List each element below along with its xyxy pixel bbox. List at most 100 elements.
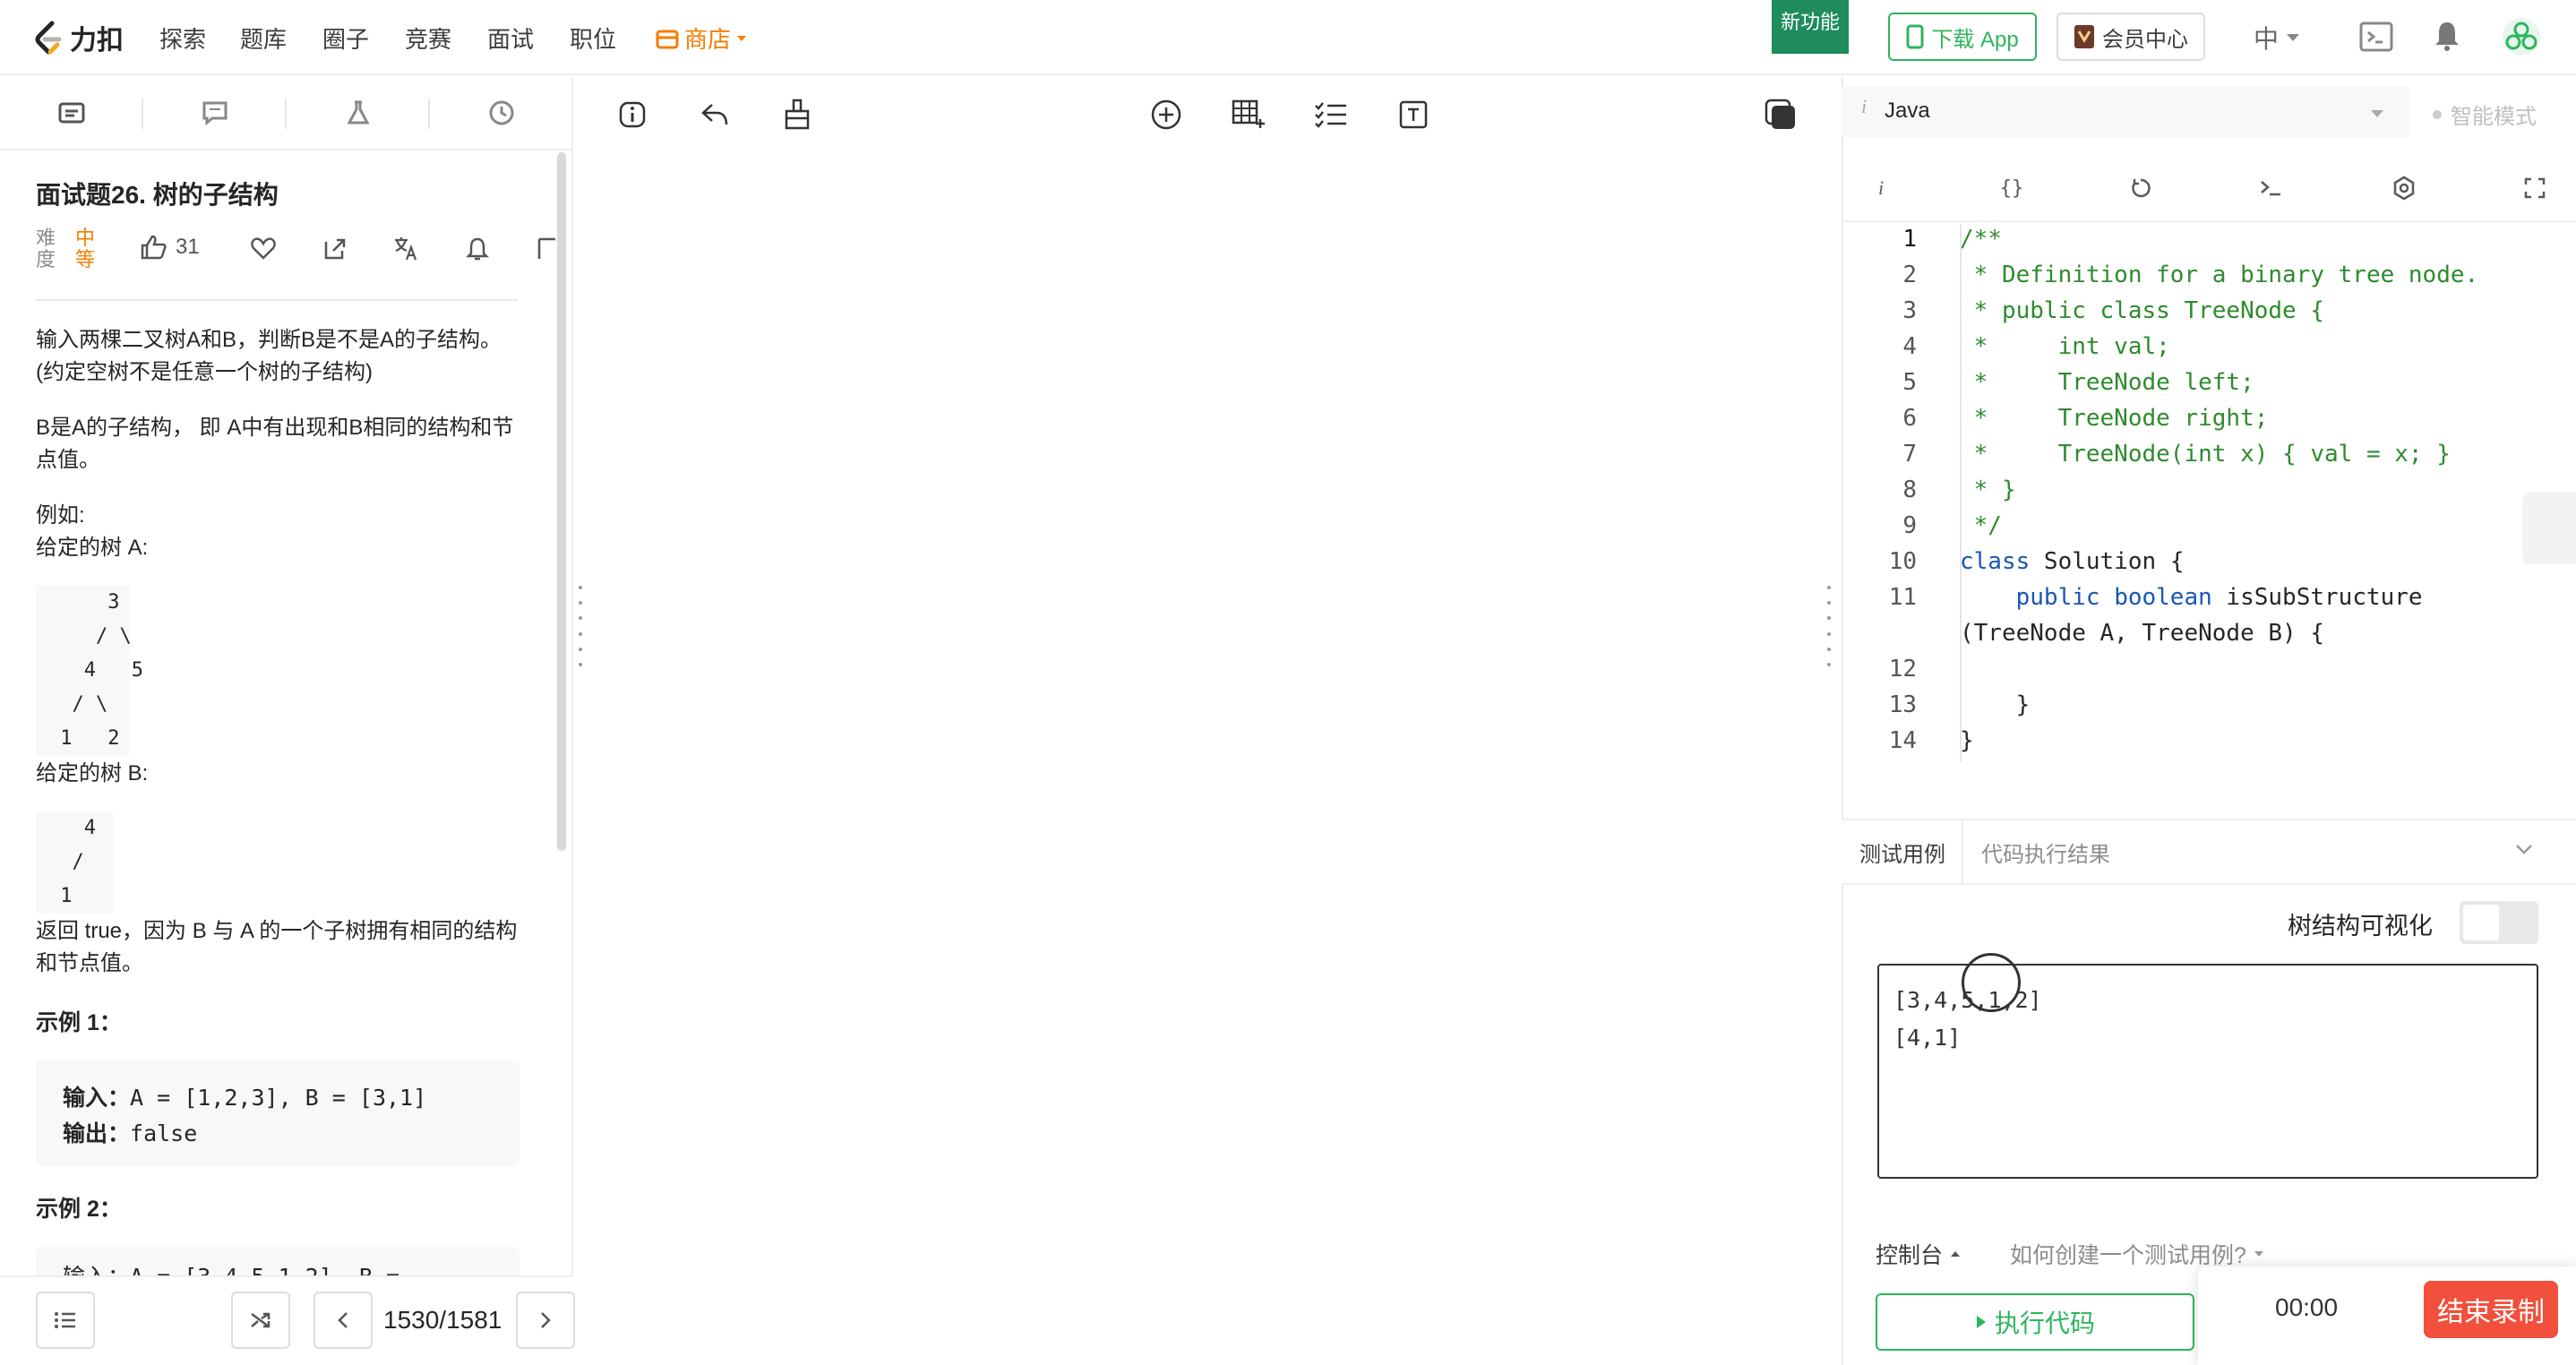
tab-submissions[interactable] (430, 77, 573, 149)
bell-icon[interactable] (466, 236, 489, 262)
layers-icon (1765, 99, 1795, 129)
left-resize-handle[interactable] (579, 586, 584, 666)
tree-a-line: / \ (48, 625, 132, 648)
terminal-icon[interactable] (2254, 170, 2289, 206)
download-app-label: 下载 App (1931, 27, 2019, 52)
problem-meta: 难度 中等 (36, 224, 97, 274)
line-number: 6 (1902, 405, 1917, 432)
right-resize-handle[interactable] (1827, 586, 1833, 666)
text-box-icon (1399, 100, 1428, 129)
share-icon[interactable] (322, 236, 348, 260)
comment-icon (202, 101, 228, 125)
description-icon (58, 102, 85, 124)
layers-tool[interactable] (1761, 95, 1800, 134)
undo-tool[interactable] (695, 95, 734, 134)
vip-center-button[interactable]: 会员中心 (2057, 13, 2205, 61)
logo-text: 力扣 (70, 26, 124, 56)
info-tool[interactable] (613, 95, 652, 134)
side-collapse-tab[interactable] (2522, 493, 2576, 564)
indent-guide (1960, 224, 1962, 761)
download-app-button[interactable]: 下载 App (1888, 13, 2037, 61)
caret-down-icon (2254, 1251, 2263, 1257)
tree-a-label: 给定的树 A: (36, 536, 149, 560)
checklist-tool[interactable] (1311, 95, 1351, 134)
console-toggle[interactable]: 控制台 (1876, 1238, 1961, 1270)
caret-up-icon (1951, 1251, 1961, 1257)
like-count: 31 (176, 235, 200, 259)
code-editor[interactable]: 1 2 3 4 5 6 7 8 9 10 11 12 13 14 /** * D… (1845, 222, 2576, 813)
console-label: 控制台 (1876, 1243, 1944, 1268)
nav-explore[interactable]: 探索 (159, 21, 206, 55)
nav-interview[interactable]: 面试 (487, 21, 534, 55)
prev-problem-button[interactable] (313, 1292, 373, 1349)
line-number: 8 (1902, 476, 1917, 503)
nav-shop[interactable]: 商店 (656, 21, 747, 55)
text-tool[interactable] (1394, 95, 1433, 134)
format-code-icon[interactable]: {} (1994, 170, 2030, 206)
meta-divider (36, 299, 518, 301)
avatar-icon[interactable] (2501, 16, 2542, 57)
line-number: 13 (1888, 691, 1917, 718)
whiteboard-canvas[interactable] (598, 152, 1827, 1361)
language-switch[interactable]: 中 (2254, 20, 2300, 56)
clock-icon (489, 100, 514, 125)
fullscreen-icon[interactable] (2517, 170, 2553, 206)
stop-recording-button[interactable]: 结束录制 (2424, 1281, 2558, 1338)
run-code-button[interactable]: 执行代码 (1876, 1293, 2194, 1351)
random-problem-button[interactable] (231, 1292, 290, 1349)
add-node-tool[interactable] (1146, 95, 1186, 134)
example-2-title: 示例 2： (36, 1197, 122, 1222)
tree-visualize-label: 树结构可视化 (2288, 913, 2433, 940)
undo-icon (701, 104, 728, 125)
code-line: * } (1960, 476, 2016, 503)
caret-down-icon (737, 35, 747, 41)
nav-circle[interactable]: 圈子 (322, 21, 369, 55)
leetcode-logo[interactable]: 力扣 (32, 18, 124, 57)
tab-testcase[interactable]: 测试用例 (1859, 837, 1945, 868)
table-add-icon (1232, 99, 1265, 128)
editor-info-icon[interactable]: i (1863, 170, 1899, 206)
shop-icon (656, 30, 679, 48)
tree-b-label: 给定的树 B: (36, 761, 149, 786)
smart-mode-dot (2433, 109, 2442, 119)
next-problem-button[interactable] (516, 1292, 575, 1349)
new-feature-badge[interactable]: 新功能 (1772, 0, 1849, 54)
clear-tool[interactable] (777, 95, 817, 134)
nav-contest[interactable]: 竞赛 (405, 21, 451, 55)
favorite-heart-icon[interactable] (251, 236, 276, 260)
recording-timer: 00:00 (2275, 1293, 2339, 1321)
line-number: 7 (1902, 441, 1917, 468)
translate-icon[interactable] (392, 235, 419, 262)
notification-bell-icon[interactable] (2433, 20, 2461, 52)
difficulty-label-char: 度 (36, 248, 56, 270)
tree-b-line: 4 (48, 817, 108, 839)
chevron-down-icon[interactable] (2515, 844, 2533, 854)
like-button[interactable]: 31 (140, 235, 200, 260)
broom-icon (785, 99, 810, 130)
example-1-title: 示例 1： (36, 1010, 122, 1035)
tab-solutions[interactable] (287, 77, 430, 149)
problem-list-button[interactable] (36, 1292, 95, 1349)
code-line: * int val; (1960, 333, 2170, 360)
description-scrollbar[interactable] (557, 152, 566, 851)
how-to-create-testcase-link[interactable]: 如何创建一个测试用例? (2010, 1238, 2264, 1270)
line-number: 12 (1888, 656, 1917, 682)
tab-run-result[interactable]: 代码执行结果 (1981, 837, 2110, 868)
reset-code-icon[interactable] (2123, 170, 2159, 206)
nav-jobs[interactable]: 职位 (570, 21, 616, 55)
line-number: 10 (1888, 548, 1917, 575)
example-intro: 例如: (36, 503, 85, 528)
nav-problemset[interactable]: 题库 (240, 21, 287, 55)
smart-mode-toggle[interactable]: 智能模式 (2433, 99, 2537, 130)
line-number: 2 (1902, 262, 1917, 288)
settings-gear-icon[interactable] (2386, 170, 2422, 206)
playground-icon[interactable] (2359, 21, 2393, 52)
table-tool[interactable] (1229, 95, 1268, 134)
tab-description[interactable] (0, 77, 143, 149)
caret-down-icon (2287, 34, 2300, 41)
tab-comments[interactable] (143, 77, 287, 149)
thumbs-up-icon (141, 235, 167, 260)
code-line: /** (1960, 226, 2002, 253)
problem-title: 面试题26. 树的子结构 (36, 181, 279, 209)
feedback-icon[interactable] (537, 236, 555, 262)
